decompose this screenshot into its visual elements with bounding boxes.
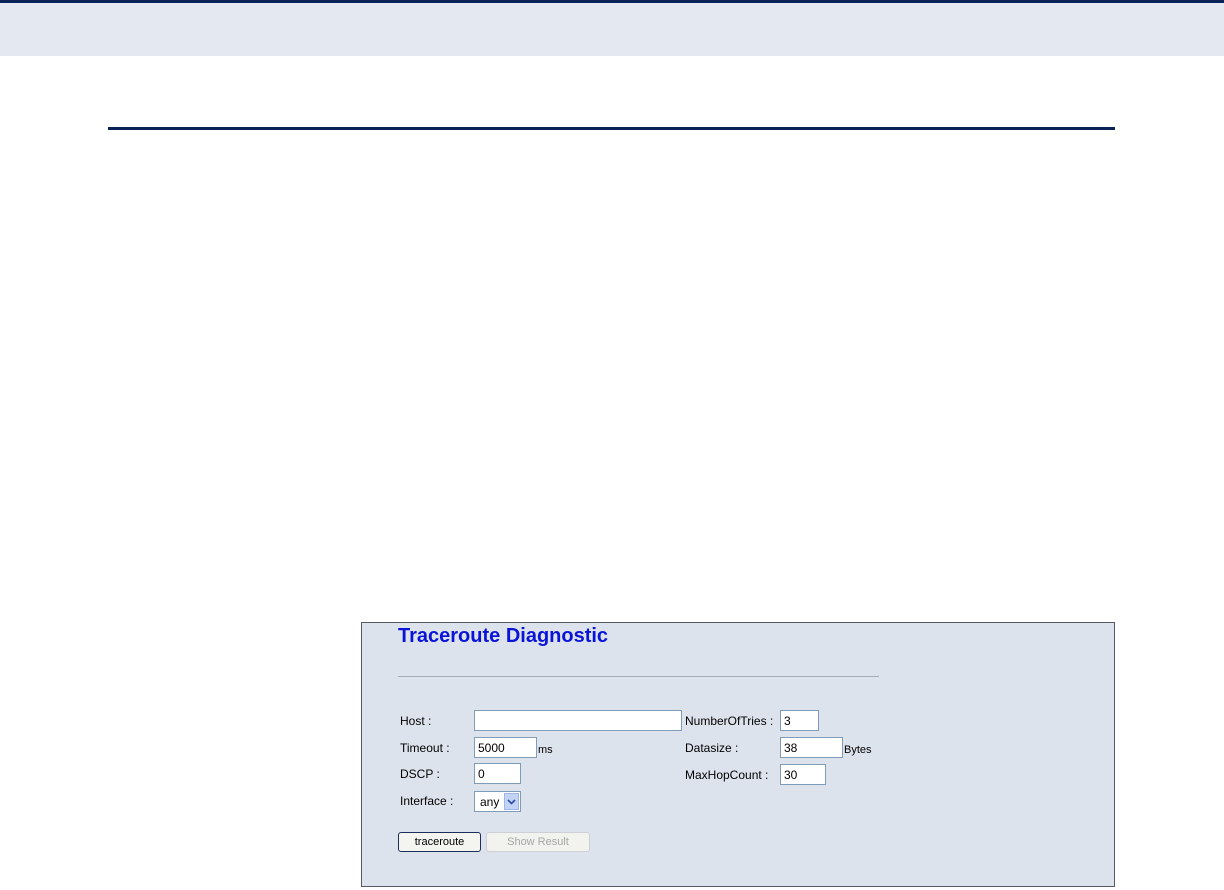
max-hop-count-input[interactable] bbox=[780, 764, 826, 785]
number-of-tries-input[interactable] bbox=[780, 710, 819, 731]
interface-label: Interface : bbox=[400, 794, 454, 808]
title-divider bbox=[108, 127, 1115, 130]
show-result-button[interactable]: Show Result bbox=[486, 832, 590, 852]
host-input[interactable] bbox=[474, 710, 682, 731]
page-header-band bbox=[0, 0, 1224, 56]
traceroute-panel: Traceroute Diagnostic Host : Timeout : m… bbox=[361, 622, 1115, 887]
timeout-label: Timeout : bbox=[400, 741, 450, 755]
datasize-input[interactable] bbox=[780, 737, 843, 758]
datasize-unit: Bytes bbox=[844, 744, 872, 756]
max-hop-count-label: MaxHopCount : bbox=[685, 768, 769, 782]
interface-selected-value: any bbox=[480, 795, 500, 809]
timeout-unit: ms bbox=[538, 744, 553, 756]
host-label: Host : bbox=[400, 714, 432, 728]
traceroute-button[interactable]: traceroute bbox=[398, 832, 481, 852]
dscp-input[interactable] bbox=[474, 763, 521, 784]
panel-title: Traceroute Diagnostic bbox=[398, 625, 609, 647]
panel-separator bbox=[398, 676, 879, 677]
dscp-label: DSCP : bbox=[400, 767, 440, 781]
number-of-tries-label: NumberOfTries : bbox=[685, 714, 774, 728]
datasize-label: Datasize : bbox=[685, 741, 739, 755]
interface-select[interactable]: any bbox=[474, 791, 521, 812]
timeout-input[interactable] bbox=[474, 737, 537, 758]
chevron-down-icon[interactable] bbox=[504, 793, 519, 810]
